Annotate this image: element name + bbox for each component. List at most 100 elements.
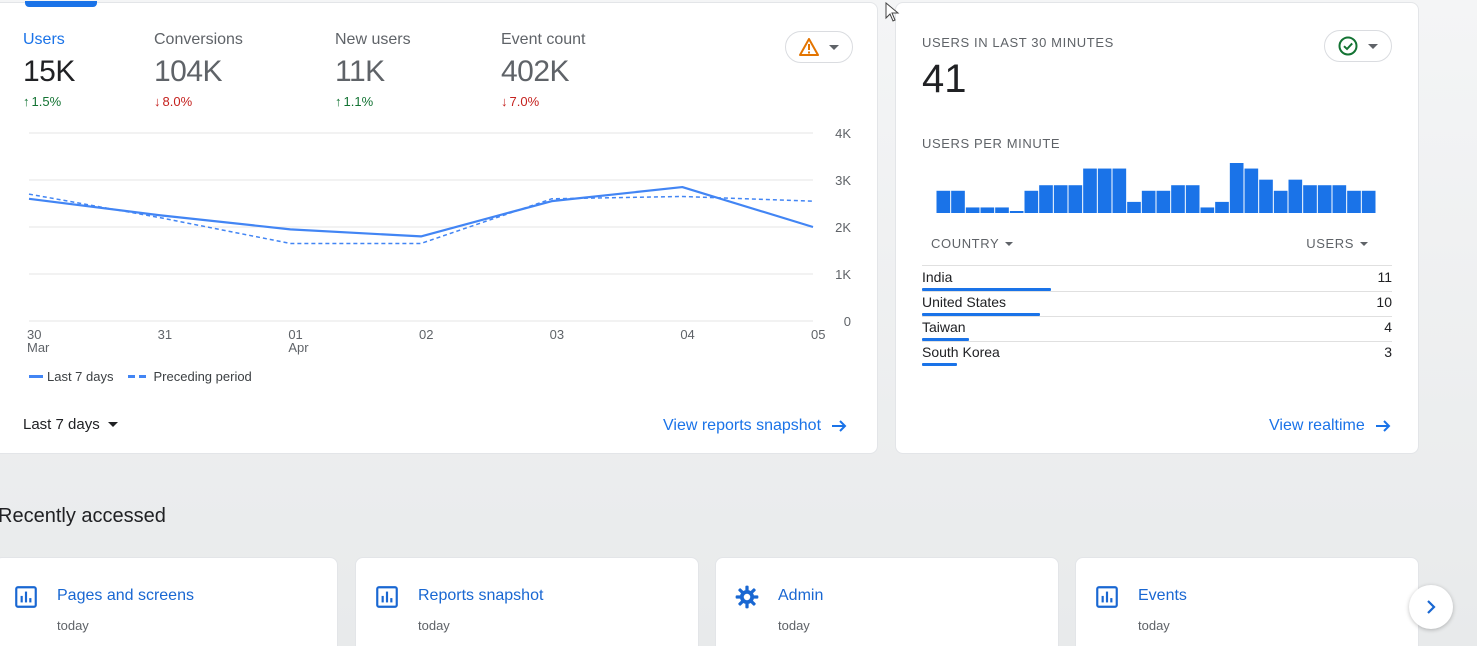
metric-tab-new-users[interactable]: New users 11K ↑ 1.1% bbox=[335, 31, 411, 109]
x-tick-label: 04 bbox=[680, 327, 694, 342]
minute-bar[interactable] bbox=[1156, 190, 1171, 213]
table-row: Taiwan 4 bbox=[922, 317, 1392, 341]
metric-tab-conversions[interactable]: Conversions 104K ↓ 8.0% bbox=[154, 31, 243, 109]
y-tick-label: 1K bbox=[835, 267, 851, 282]
legend-label-previous: Preceding period bbox=[153, 369, 252, 384]
arrow-up-icon: ↑ bbox=[23, 94, 30, 109]
minute-bar[interactable] bbox=[1024, 190, 1039, 213]
table-header-divider bbox=[922, 265, 1392, 266]
realtime-users-value: 41 bbox=[922, 57, 967, 101]
recent-card-time: today bbox=[57, 618, 89, 633]
bar-chart-icon bbox=[15, 586, 37, 608]
minute-bar[interactable] bbox=[936, 190, 951, 213]
metric-value: 11K bbox=[335, 55, 385, 88]
users-line-chart: 01K2K3K4K30Mar31 01Apr02 03 04 05 bbox=[27, 126, 851, 355]
arrow-right-icon bbox=[1375, 420, 1391, 432]
table-row: India 11 bbox=[922, 267, 1392, 291]
recent-card-admin[interactable]: Admin today bbox=[715, 557, 1059, 646]
x-tick-label: Mar bbox=[27, 340, 50, 355]
arrow-up-icon: ↑ bbox=[335, 94, 342, 109]
metric-tab-users[interactable]: Users 15K ↑ 1.5% bbox=[23, 31, 75, 109]
minute-bar[interactable] bbox=[1259, 179, 1273, 213]
minute-bar[interactable] bbox=[1317, 185, 1332, 213]
metric-value: 104K bbox=[154, 55, 223, 88]
date-range-dropdown[interactable]: Last 7 days bbox=[23, 416, 118, 433]
realtime-card: USERS IN LAST 30 MINUTES 41 USERS PER MI… bbox=[895, 2, 1419, 454]
mouse-cursor-icon bbox=[885, 2, 900, 22]
minute-bar[interactable] bbox=[1053, 185, 1068, 213]
minute-bar[interactable] bbox=[1083, 168, 1097, 213]
recent-card-time: today bbox=[1138, 618, 1170, 633]
minute-bar[interactable] bbox=[1229, 163, 1244, 213]
country-users: 10 bbox=[1376, 294, 1392, 310]
date-range-label: Last 7 days bbox=[23, 416, 100, 433]
metric-tab-event-count[interactable]: Event count 402K ↓ 7.0% bbox=[501, 31, 586, 109]
recently-accessed-heading: Recently accessed bbox=[0, 505, 166, 527]
minute-bar[interactable] bbox=[1361, 190, 1376, 213]
view-realtime-label: View realtime bbox=[1269, 417, 1365, 434]
minute-bar[interactable] bbox=[1127, 201, 1141, 213]
realtime-heading: USERS IN LAST 30 MINUTES bbox=[922, 35, 1114, 50]
recent-card-title: Admin bbox=[778, 587, 824, 604]
minute-bar[interactable] bbox=[951, 190, 965, 213]
recent-card-time: today bbox=[778, 618, 810, 633]
recent-card-events[interactable]: Events today bbox=[1075, 557, 1419, 646]
metric-value: 15K bbox=[23, 55, 75, 88]
carousel-next-button[interactable] bbox=[1409, 585, 1453, 629]
minute-bar[interactable] bbox=[1185, 185, 1200, 213]
minute-bar[interactable] bbox=[1009, 211, 1024, 213]
recent-card-title: Pages and screens bbox=[57, 587, 194, 604]
metric-change: ↓ 7.0% bbox=[501, 94, 540, 109]
x-tick-label: 05 bbox=[811, 327, 825, 342]
minute-bar[interactable] bbox=[1288, 179, 1303, 213]
users-column-header[interactable]: USERS bbox=[1306, 236, 1368, 251]
metric-change: ↑ 1.1% bbox=[335, 94, 374, 109]
minute-bar[interactable] bbox=[1273, 190, 1288, 213]
country-column-header[interactable]: COUNTRY bbox=[931, 236, 1014, 251]
caret-down-icon bbox=[107, 422, 118, 427]
minute-bar[interactable] bbox=[1112, 168, 1127, 213]
active-metric-indicator bbox=[25, 1, 97, 7]
gear-icon bbox=[735, 585, 759, 609]
minute-bar[interactable] bbox=[1068, 185, 1083, 213]
legend-label-current: Last 7 days bbox=[47, 369, 114, 384]
minute-bar[interactable] bbox=[1215, 201, 1229, 213]
realtime-status-button[interactable] bbox=[1324, 30, 1392, 62]
bar-chart-icon bbox=[1096, 586, 1118, 608]
view-reports-snapshot-link[interactable]: View reports snapshot bbox=[663, 417, 847, 435]
chart-legend: Last 7 days Preceding period bbox=[29, 369, 252, 384]
minute-bar[interactable] bbox=[1141, 190, 1156, 213]
y-tick-label: 2K bbox=[835, 220, 851, 235]
sort-caret-icon bbox=[1005, 241, 1014, 246]
view-realtime-link[interactable]: View realtime bbox=[1269, 417, 1391, 435]
series-line-last-7-days bbox=[28, 185, 814, 238]
recent-card-title: Events bbox=[1138, 587, 1187, 604]
minute-bar[interactable] bbox=[1303, 185, 1317, 213]
legend-swatch-dashed bbox=[127, 375, 148, 378]
minute-bar[interactable] bbox=[1332, 185, 1347, 213]
legend-swatch-solid bbox=[29, 375, 43, 378]
metric-label: New users bbox=[335, 31, 411, 48]
chevron-down-icon bbox=[1368, 43, 1378, 49]
recent-card-time: today bbox=[418, 618, 450, 633]
minute-bar[interactable] bbox=[995, 207, 1009, 213]
minute-bar[interactable] bbox=[1097, 168, 1112, 213]
check-circle-icon bbox=[1338, 36, 1358, 56]
arrow-down-icon: ↓ bbox=[154, 94, 161, 109]
minute-bar[interactable] bbox=[965, 207, 980, 213]
minute-bar[interactable] bbox=[1039, 185, 1053, 213]
minute-bar[interactable] bbox=[1200, 207, 1215, 213]
country-name: South Korea bbox=[922, 344, 1000, 360]
table-row: South Korea 3 bbox=[922, 342, 1392, 366]
minute-bar[interactable] bbox=[1171, 185, 1185, 213]
chevron-right-icon bbox=[1427, 600, 1436, 614]
country-users: 3 bbox=[1384, 344, 1392, 360]
minute-bar[interactable] bbox=[1244, 168, 1259, 213]
x-tick-label: 31 bbox=[158, 327, 172, 342]
insights-alert-button[interactable] bbox=[785, 31, 853, 63]
minute-bar[interactable] bbox=[980, 207, 995, 213]
recent-card-pages-and-screens[interactable]: Pages and screens today bbox=[0, 557, 338, 646]
recent-card-reports-snapshot[interactable]: Reports snapshot today bbox=[355, 557, 699, 646]
warning-icon bbox=[799, 38, 819, 56]
minute-bar[interactable] bbox=[1347, 190, 1361, 213]
